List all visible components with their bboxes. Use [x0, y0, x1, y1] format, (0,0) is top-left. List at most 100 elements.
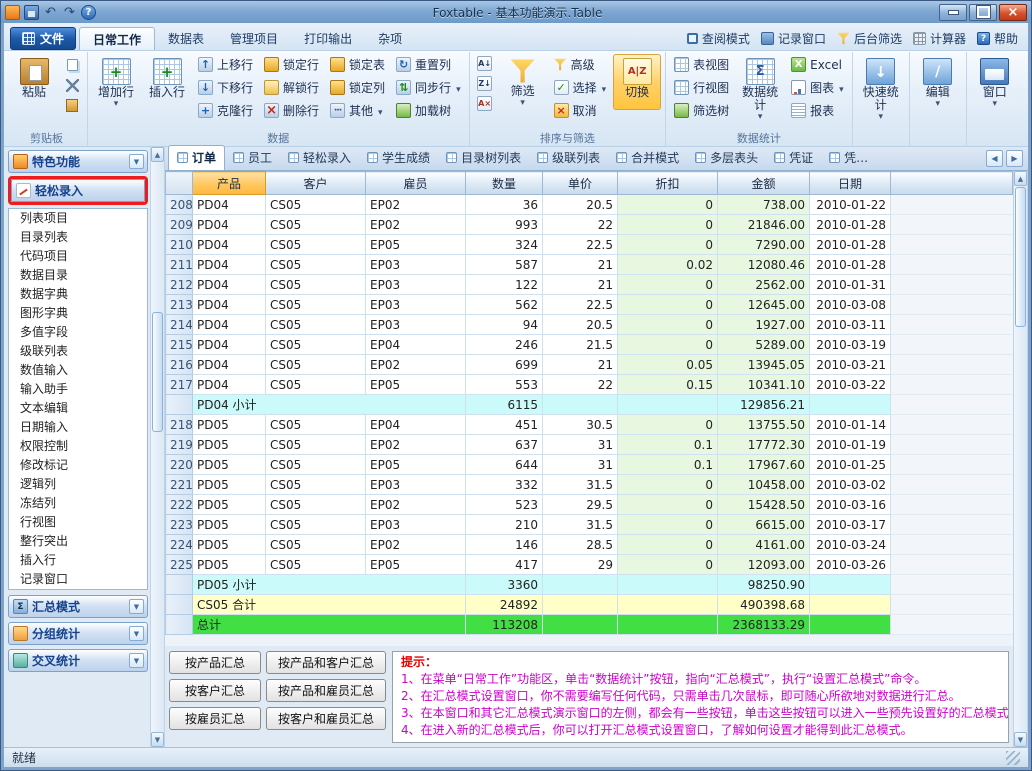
table-cell[interactable]: 2010-03-11: [810, 315, 891, 335]
table-cell[interactable]: 20.5: [543, 195, 618, 215]
row-number[interactable]: 208: [166, 195, 193, 215]
table-cell[interactable]: PD05: [193, 435, 266, 455]
table-cell[interactable]: EP03: [366, 515, 466, 535]
ribbon-tab[interactable]: 数据表: [155, 27, 217, 50]
chevron-down-icon[interactable]: [129, 653, 144, 668]
row-number[interactable]: 216: [166, 355, 193, 375]
scroll-track[interactable]: [1014, 186, 1027, 732]
table-cell[interactable]: CS05: [266, 295, 366, 315]
table-cell[interactable]: 0: [618, 295, 718, 315]
summary-mode-button[interactable]: 按客户汇总: [169, 679, 261, 702]
ribbon-tab[interactable]: 管理项目: [217, 27, 291, 50]
summary-mode-button[interactable]: 按客户和雇员汇总: [266, 707, 386, 730]
table-cell[interactable]: 2010-01-28: [810, 215, 891, 235]
table-cell[interactable]: 21: [543, 255, 618, 275]
table-cell[interactable]: 22: [543, 215, 618, 235]
table-cell[interactable]: 0: [618, 195, 718, 215]
table-cell[interactable]: EP02: [366, 435, 466, 455]
minimize-button[interactable]: [939, 4, 967, 21]
table-cell[interactable]: 0: [618, 215, 718, 235]
table-view-button[interactable]: 表视图: [670, 54, 733, 75]
table-cell[interactable]: 22.5: [543, 235, 618, 255]
save-icon[interactable]: [24, 5, 39, 20]
table-cell[interactable]: CS05: [266, 535, 366, 555]
lock-row-button[interactable]: 锁定行: [260, 54, 323, 75]
table-cell[interactable]: 21846.00: [718, 215, 810, 235]
ribbon-tab[interactable]: 杂项: [365, 27, 415, 50]
table-cell[interactable]: 0.1: [618, 435, 718, 455]
doc-tab[interactable]: 目录树列表: [438, 146, 529, 170]
table-cell[interactable]: PD04: [193, 255, 266, 275]
table-cell[interactable]: 0: [618, 495, 718, 515]
advanced-filter-button[interactable]: 高级: [550, 54, 611, 75]
table-cell[interactable]: 5289.00: [718, 335, 810, 355]
column-header[interactable]: 折扣: [618, 172, 718, 195]
other-button[interactable]: 其他: [326, 100, 389, 121]
table-cell[interactable]: 31: [543, 455, 618, 475]
review-mode-button[interactable]: 查阅模式: [687, 30, 750, 47]
table-cell[interactable]: 12645.00: [718, 295, 810, 315]
select-button[interactable]: 选择: [550, 77, 611, 98]
table-cell[interactable]: CS05: [266, 275, 366, 295]
table-cell[interactable]: EP03: [366, 295, 466, 315]
sidebar-item[interactable]: 列表项目: [9, 209, 147, 228]
table-cell[interactable]: 2010-01-25: [810, 455, 891, 475]
table-cell[interactable]: EP02: [366, 535, 466, 555]
table-cell[interactable]: 2010-03-22: [810, 375, 891, 395]
table-cell[interactable]: 7290.00: [718, 235, 810, 255]
table-cell[interactable]: 0.05: [618, 355, 718, 375]
edit-button[interactable]: 编辑: [914, 54, 962, 110]
table-cell[interactable]: 146: [466, 535, 543, 555]
sidebar-item[interactable]: 权限控制: [9, 437, 147, 456]
table-cell[interactable]: PD05: [193, 515, 266, 535]
table-cell[interactable]: CS05: [266, 555, 366, 575]
table-cell[interactable]: 2010-01-22: [810, 195, 891, 215]
insert-row-button[interactable]: 插入行: [143, 54, 191, 110]
grid-scrollbar[interactable]: [1013, 171, 1028, 747]
clear-sort-button[interactable]: [474, 94, 496, 112]
excel-button[interactable]: Excel: [787, 54, 848, 75]
table-cell[interactable]: PD05: [193, 475, 266, 495]
table-cell[interactable]: PD04: [193, 195, 266, 215]
table-cell[interactable]: 15428.50: [718, 495, 810, 515]
table-cell[interactable]: 0: [618, 555, 718, 575]
row-number[interactable]: [166, 395, 193, 415]
move-down-button[interactable]: 下移行: [194, 77, 257, 98]
table-cell[interactable]: 0: [618, 515, 718, 535]
table-cell[interactable]: 2562.00: [718, 275, 810, 295]
sidebar-item[interactable]: 日期输入: [9, 418, 147, 437]
table-cell[interactable]: 31.5: [543, 475, 618, 495]
table-cell[interactable]: 13945.05: [718, 355, 810, 375]
summary-mode-button[interactable]: 按产品汇总: [169, 651, 261, 674]
table-cell[interactable]: CS05: [266, 335, 366, 355]
maximize-button[interactable]: [969, 4, 997, 21]
resize-grip[interactable]: [1006, 751, 1020, 765]
summary-mode-button[interactable]: 按产品和客户汇总: [266, 651, 386, 674]
window-button[interactable]: 窗口: [971, 54, 1019, 110]
table-cell[interactable]: 31: [543, 435, 618, 455]
sort-ascending-button[interactable]: [474, 54, 496, 72]
sidebar-item[interactable]: 图形字典: [9, 304, 147, 323]
table-cell[interactable]: EP02: [366, 215, 466, 235]
ribbon-tab[interactable]: 打印输出: [291, 27, 365, 50]
table-cell[interactable]: PD04: [193, 315, 266, 335]
redo-icon[interactable]: [62, 5, 77, 20]
row-number[interactable]: [166, 575, 193, 595]
column-header[interactable]: 数量: [466, 172, 543, 195]
chart-button[interactable]: 图表: [787, 77, 848, 98]
summary-mode-button[interactable]: 按雇员汇总: [169, 707, 261, 730]
filter-tree-button[interactable]: 筛选树: [670, 100, 733, 121]
select-all-corner[interactable]: [166, 172, 193, 195]
table-cell[interactable]: 17772.30: [718, 435, 810, 455]
table-cell[interactable]: 0: [618, 415, 718, 435]
sort-descending-button[interactable]: [474, 74, 496, 92]
load-tree-button[interactable]: 加载树: [392, 100, 465, 121]
scroll-down-arrow[interactable]: [1014, 732, 1027, 747]
doc-tab[interactable]: 凭…: [821, 146, 876, 170]
doc-tab[interactable]: 订单: [168, 145, 225, 170]
scroll-up-arrow[interactable]: [1014, 171, 1027, 186]
table-cell[interactable]: 2010-03-17: [810, 515, 891, 535]
table-cell[interactable]: 210: [466, 515, 543, 535]
table-cell[interactable]: 2010-03-24: [810, 535, 891, 555]
format-painter-button[interactable]: [61, 96, 83, 114]
